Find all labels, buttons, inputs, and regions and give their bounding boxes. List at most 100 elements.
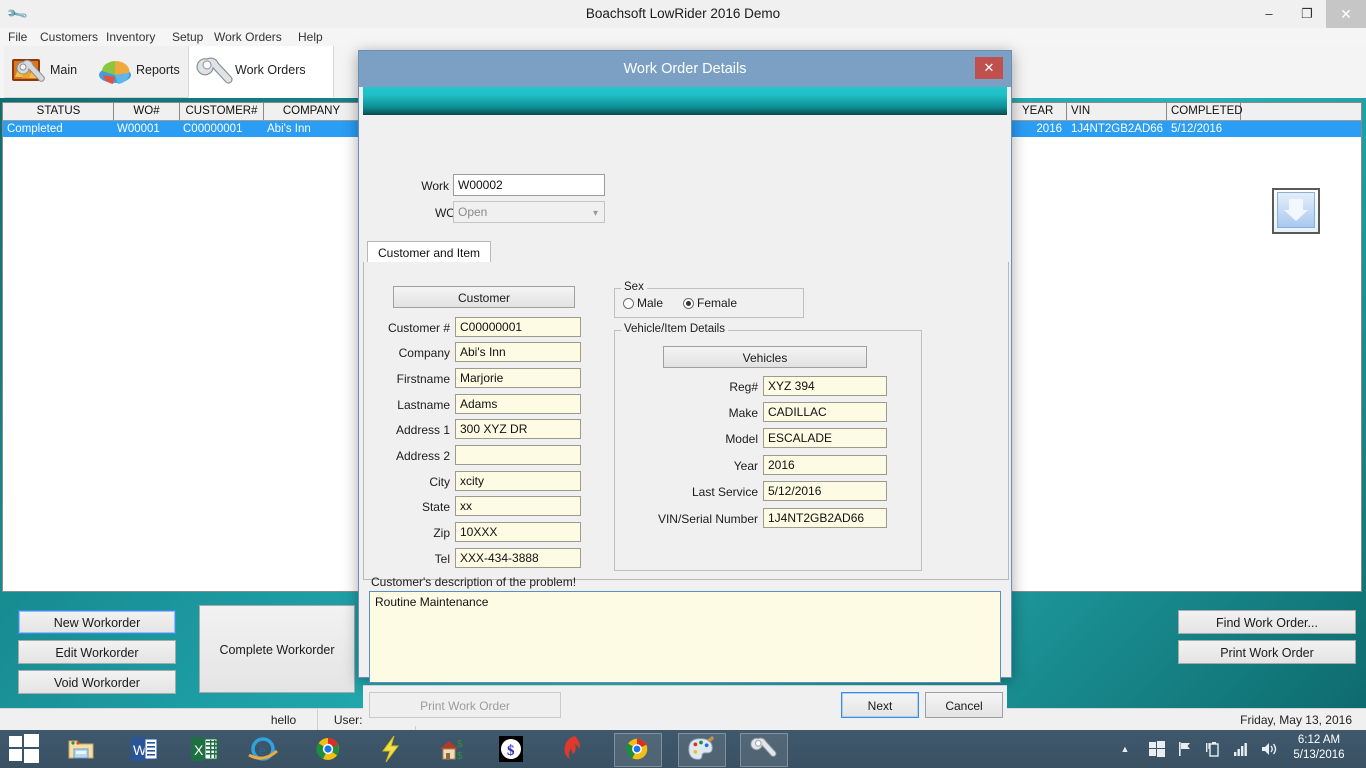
company-field[interactable] [455, 342, 581, 362]
svg-text:X: X [194, 742, 204, 758]
svg-text:$: $ [507, 743, 515, 759]
dialog-title: Work Order Details [359, 51, 1011, 87]
download-arrow-button[interactable] [1272, 188, 1320, 234]
model-field[interactable] [763, 428, 887, 448]
chevron-up-icon[interactable]: ▲ [1116, 740, 1134, 758]
menu-item-setup[interactable]: Setup [166, 28, 209, 46]
vehicles-section-button[interactable]: Vehicles [663, 346, 867, 368]
windows-flag-icon[interactable] [1148, 740, 1166, 758]
excel-icon[interactable]: X [180, 733, 226, 765]
menu-item-inventory[interactable]: Inventory [100, 28, 161, 46]
customer-section-button[interactable]: Customer [393, 286, 575, 308]
toolbar-button-main[interactable]: Main [4, 46, 91, 98]
model-label: Model [623, 432, 758, 446]
grid-column-status[interactable]: STATUS [4, 103, 114, 120]
network-signal-icon[interactable] [1232, 740, 1250, 758]
customer-number-field[interactable] [455, 317, 581, 337]
grid-column-vin[interactable]: VIN [1067, 103, 1167, 120]
zip-field[interactable] [455, 522, 581, 542]
application-window: 🔧 Boachsoft LowRider 2016 Demo – ❐ ✕ Fil… [0, 0, 1366, 768]
grid-column-completed[interactable]: COMPLETED [1167, 103, 1241, 120]
tel-field[interactable] [455, 548, 581, 568]
flag-icon[interactable] [1176, 740, 1194, 758]
grid-column-wo[interactable]: WO# [114, 103, 180, 120]
lightning-icon[interactable] [368, 733, 414, 765]
grid-column-customer[interactable]: CUSTOMER# [180, 103, 264, 120]
description-textarea[interactable] [369, 591, 1001, 683]
word-icon[interactable]: W [120, 733, 166, 765]
address2-field[interactable] [455, 445, 581, 465]
last-service-field[interactable] [763, 481, 887, 501]
wrench-icon [195, 53, 233, 91]
vin-field[interactable] [763, 508, 887, 528]
svg-text:$: $ [457, 739, 463, 750]
print-work-order-button[interactable]: Print Work Order [1178, 640, 1356, 664]
reg-number-field[interactable] [763, 376, 887, 396]
state-field[interactable] [455, 496, 581, 516]
volume-icon[interactable] [1260, 740, 1278, 758]
firstname-label: Firstname [368, 372, 450, 386]
work-order-number-field[interactable] [453, 174, 605, 196]
toolbar-button-reports-label: Reports [136, 63, 180, 77]
complete-workorder-button[interactable]: Complete Workorder [199, 605, 355, 693]
company-label: Company [368, 346, 450, 360]
close-button[interactable]: ✕ [1326, 0, 1366, 28]
maximize-button[interactable]: ❐ [1288, 0, 1326, 28]
wrench-icon[interactable] [740, 733, 788, 767]
dollar-coin-icon[interactable]: $ [488, 733, 534, 765]
internet-explorer-icon[interactable]: e [240, 733, 286, 765]
dialog-close-button[interactable]: ✕ [975, 57, 1003, 79]
print-work-order-dialog-button[interactable]: Print Work Order [369, 692, 561, 718]
toolbar-button-reports[interactable]: Reports [90, 46, 189, 98]
download-arrow-icon [1277, 192, 1315, 228]
menubar: File Customers Inventory Setup Work Orde… [0, 28, 1366, 47]
find-work-order-button[interactable]: Find Work Order... [1178, 610, 1356, 634]
address1-field[interactable] [455, 419, 581, 439]
cancel-button[interactable]: Cancel [925, 692, 1003, 718]
menu-item-customers[interactable]: Customers [34, 28, 104, 46]
tab-page-customer-and-item: Customer Customer # Company Firstname La… [363, 262, 1009, 580]
make-field[interactable] [763, 402, 887, 422]
flame-icon[interactable] [552, 733, 598, 765]
cell-wo: W00001 [114, 121, 180, 137]
lastname-field[interactable] [455, 394, 581, 414]
new-workorder-button[interactable]: New Workorder [18, 610, 176, 634]
sex-radio-male-label: Male [637, 296, 663, 310]
tab-customer-and-item[interactable]: Customer and Item [367, 241, 491, 263]
windows-start-icon[interactable] [0, 730, 48, 768]
city-field[interactable] [455, 471, 581, 491]
description-label: Customer's description of the problem! [371, 575, 576, 589]
dialog-titlebar: Work Order Details ✕ [359, 51, 1011, 87]
next-button[interactable]: Next [841, 692, 919, 718]
dialog-accent-bar [363, 87, 1007, 115]
void-workorder-button[interactable]: Void Workorder [18, 670, 176, 694]
grid-column-company[interactable]: COMPANY [264, 103, 360, 120]
house-money-icon[interactable]: $ $ [428, 733, 474, 765]
taskbar-clock[interactable]: 6:12 AM 5/13/2016 [1280, 733, 1358, 765]
chrome-icon[interactable] [614, 733, 662, 767]
battery-icon[interactable] [1204, 740, 1222, 758]
menu-item-help[interactable]: Help [292, 28, 329, 46]
toolbar-button-work-orders[interactable]: Work Orders [188, 46, 334, 98]
wo-status-select[interactable]: Open ▾ [453, 201, 605, 223]
taskbar-time: 6:12 AM [1280, 733, 1358, 748]
paint-palette-icon[interactable] [678, 733, 726, 767]
wrench-on-board-icon [10, 53, 48, 91]
year-field[interactable] [763, 455, 887, 475]
menu-item-file[interactable]: File [2, 28, 33, 46]
pie-chart-icon [96, 53, 134, 91]
vin-label: VIN/Serial Number [623, 512, 758, 526]
wo-status-value: Open [458, 205, 487, 219]
menu-item-work-orders[interactable]: Work Orders [208, 28, 288, 46]
svg-text:e: e [259, 743, 266, 759]
chrome-icon[interactable] [305, 733, 351, 765]
edit-workorder-button[interactable]: Edit Workorder [18, 640, 176, 664]
toolbar-button-work-orders-label: Work Orders [235, 63, 306, 77]
minimize-button[interactable]: – [1250, 0, 1288, 28]
grid-column-year[interactable]: YEAR [1014, 103, 1067, 120]
file-explorer-icon[interactable] [58, 733, 104, 765]
vehicle-legend: Vehicle/Item Details [621, 323, 728, 335]
lastname-label: Lastname [368, 398, 450, 412]
cell-company: Abi's Inn [264, 121, 360, 137]
firstname-field[interactable] [455, 368, 581, 388]
